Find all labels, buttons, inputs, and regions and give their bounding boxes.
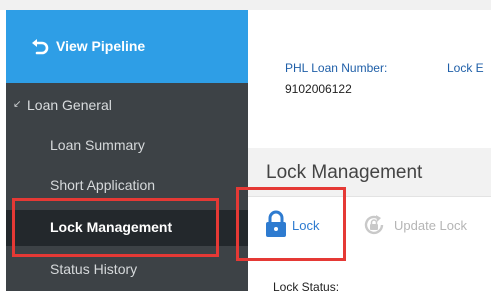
- refresh-lock-icon: [364, 215, 384, 235]
- view-pipeline-button[interactable]: View Pipeline: [6, 10, 248, 83]
- sidebar-section-label: Loan General: [27, 97, 112, 113]
- top-strip: [0, 0, 491, 10]
- loan-number-label: PHL Loan Number:: [285, 61, 388, 75]
- sidebar-section-loan-general[interactable]: ↙ Loan General: [6, 91, 248, 121]
- highlight-box-lock-button: [236, 187, 346, 261]
- lock-expiration-label: Lock E: [447, 61, 484, 75]
- lock-status-label: Lock Status:: [273, 280, 340, 294]
- chevron-collapse-icon: ↙: [13, 99, 22, 110]
- sidebar-item-label: Loan Summary: [50, 137, 145, 153]
- page-title: Lock Management: [266, 162, 423, 183]
- sidebar-item-loan-summary[interactable]: Loan Summary: [6, 128, 248, 164]
- sidebar-item-status-history[interactable]: Status History: [6, 252, 248, 288]
- back-arrow-icon: [32, 39, 49, 55]
- sidebar-item-label: Status History: [50, 261, 138, 277]
- sidebar-item-label: Short Application: [50, 177, 156, 193]
- view-pipeline-label: View Pipeline: [56, 38, 146, 54]
- update-lock-label: Update Lock: [394, 218, 467, 233]
- highlight-box-sidebar: [12, 198, 219, 257]
- loan-number-value: 9102006122: [285, 82, 352, 96]
